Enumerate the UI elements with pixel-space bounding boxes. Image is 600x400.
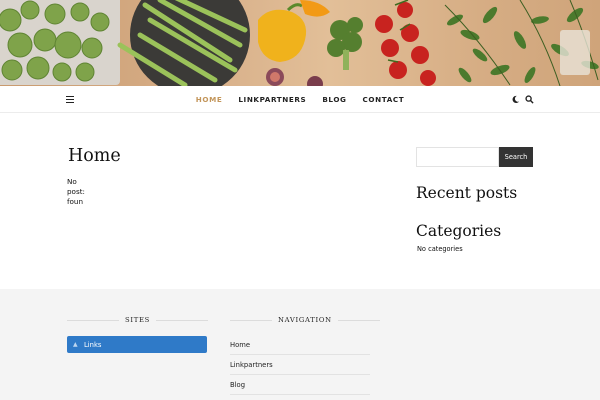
nav-item-blog[interactable]: BLOG — [322, 95, 346, 104]
search-icon[interactable] — [525, 95, 534, 104]
no-posts-message: No post: foun — [67, 177, 85, 206]
page-title: Home — [68, 146, 121, 166]
links-button-label: Links — [84, 340, 102, 349]
footer-sites-heading: SITES — [67, 316, 208, 324]
hamburger-menu-icon[interactable] — [66, 96, 74, 104]
moon-icon[interactable] — [511, 95, 520, 104]
footer-sites-heading-text: SITES — [125, 316, 150, 324]
footer-nav-item-linkpartners[interactable]: Linkpartners — [230, 355, 370, 375]
categories-heading: Categories — [416, 222, 502, 240]
no-categories-message: No categories — [417, 245, 463, 253]
main-menu: HOME LINKPARTNERS BLOG CONTACT — [0, 86, 600, 113]
sidebar-search-button[interactable]: Search — [499, 147, 533, 167]
links-button[interactable]: ▲ Links — [67, 336, 207, 353]
top-navigation-bar: HOME LINKPARTNERS BLOG CONTACT — [0, 86, 600, 113]
footer: SITES ▲ Links NAVIGATION Home Linkpartne… — [0, 289, 600, 400]
footer-nav-item-home[interactable]: Home — [230, 335, 370, 355]
footer-navigation-heading: NAVIGATION — [230, 316, 380, 324]
caret-up-icon: ▲ — [73, 341, 78, 348]
footer-navigation-heading-text: NAVIGATION — [278, 316, 332, 324]
hero-banner-image — [0, 0, 600, 86]
nav-item-linkpartners[interactable]: LINKPARTNERS — [238, 95, 306, 104]
nav-item-contact[interactable]: CONTACT — [363, 95, 405, 104]
sidebar-search-input[interactable] — [416, 147, 499, 167]
nav-item-home[interactable]: HOME — [196, 95, 223, 104]
footer-nav-item-blog[interactable]: Blog — [230, 375, 370, 395]
recent-posts-heading: Recent posts — [416, 184, 518, 202]
